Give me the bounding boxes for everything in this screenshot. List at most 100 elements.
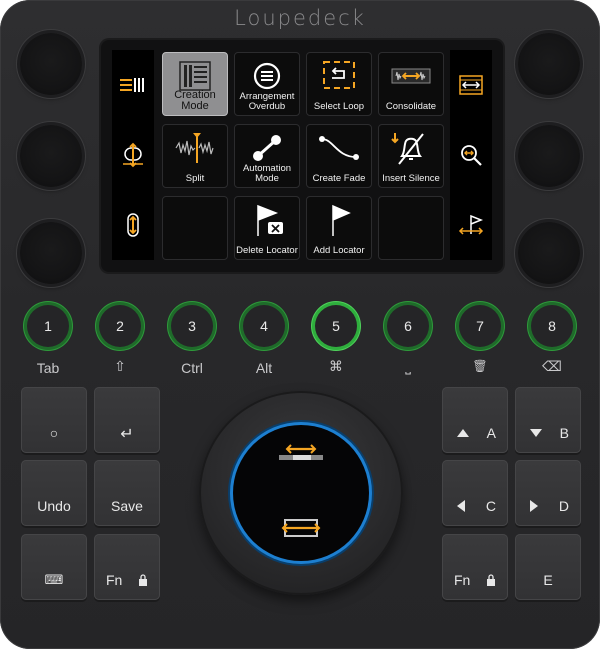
- zoom-magnifier-icon[interactable]: [450, 120, 492, 190]
- label-tab: Tab: [36, 360, 60, 376]
- tile-label: Select Loop: [313, 101, 365, 112]
- enter-button[interactable]: ↵: [94, 387, 160, 453]
- enter-icon: ↵: [120, 423, 134, 443]
- label-c: C: [485, 498, 496, 514]
- flag-icon: [332, 204, 351, 236]
- label-b: B: [559, 425, 569, 441]
- brand-logo: Loupedeck: [234, 6, 366, 30]
- locator-nav-icon[interactable]: [450, 190, 492, 260]
- circle-icon: ○: [49, 425, 59, 441]
- arrow-up-icon: [457, 429, 469, 437]
- touch-screen: Creation Mode Arrangement Overdub Select…: [101, 40, 503, 272]
- knob-left-2[interactable]: [20, 125, 82, 187]
- jog-dial[interactable]: [199, 391, 403, 595]
- trash-icon: 🗑: [472, 359, 488, 373]
- delete-locator-icon: [257, 204, 283, 236]
- screen-right-column: [450, 50, 492, 260]
- loupedeck-device: Loupedeck Creation Mode Arrangement Over…: [0, 0, 600, 649]
- button-c[interactable]: C: [442, 460, 508, 526]
- label-ctrl: Ctrl: [181, 360, 203, 376]
- fn-label: Fn: [454, 572, 471, 588]
- tile-label: Delete Locator: [236, 245, 298, 256]
- overdub-icon: [253, 62, 281, 90]
- button-d[interactable]: D: [515, 460, 581, 526]
- tile-select-loop[interactable]: Select Loop: [306, 52, 372, 116]
- keyboard-icon: ⌨: [44, 572, 64, 588]
- save-button[interactable]: Save: [94, 460, 160, 526]
- scroll-vertical-icon[interactable]: [112, 190, 154, 260]
- tile-label: Insert Silence: [382, 173, 440, 184]
- tile-label: Creation Mode: [174, 89, 216, 112]
- button-number: 8: [548, 318, 556, 334]
- screen-left-column: [112, 50, 154, 260]
- backspace-icon: ⌫: [542, 359, 562, 375]
- number-button-5[interactable]: 5: [315, 305, 357, 347]
- horizontal-zoom-icon[interactable]: [450, 50, 492, 120]
- fn-label: Fn: [106, 572, 123, 588]
- button-number: 4: [260, 318, 268, 334]
- label-alt: Alt: [255, 360, 273, 376]
- tile-label: Create Fade: [312, 173, 366, 184]
- tile-create-fade[interactable]: Create Fade: [306, 124, 372, 188]
- number-button-2[interactable]: 2: [99, 305, 141, 347]
- number-button-6[interactable]: 6: [387, 305, 429, 347]
- button-e[interactable]: E: [515, 534, 581, 600]
- tile-label: Consolidate: [385, 101, 437, 112]
- button-number: 3: [188, 318, 196, 334]
- scroll-horizontal-icon: [279, 444, 323, 460]
- arrow-down-icon: [530, 429, 542, 437]
- knob-right-2[interactable]: [518, 125, 580, 187]
- tile-empty-1[interactable]: [162, 196, 228, 260]
- tile-label: Add Locator: [313, 245, 365, 256]
- circle-button[interactable]: ○: [21, 387, 87, 453]
- tile-label: Automation Mode: [242, 163, 292, 184]
- tile-consolidate[interactable]: Consolidate: [378, 52, 444, 116]
- knob-right-3[interactable]: [518, 222, 580, 284]
- number-button-3[interactable]: 3: [171, 305, 213, 347]
- button-number: 7: [476, 318, 484, 334]
- button-number: 1: [44, 318, 52, 334]
- number-button-1[interactable]: 1: [27, 305, 69, 347]
- keyboard-button[interactable]: ⌨: [21, 534, 87, 600]
- fn-button-left[interactable]: Fn: [94, 534, 160, 600]
- consolidate-icon: [391, 68, 431, 84]
- shift-icon: ⇧: [114, 359, 126, 375]
- vertical-zoom-icon[interactable]: [112, 120, 154, 190]
- zoom-horizontal-icon: [281, 519, 321, 537]
- fn-button-right[interactable]: Fn: [442, 534, 508, 600]
- select-loop-icon: [323, 61, 355, 89]
- label-e: E: [543, 572, 553, 588]
- tile-creation-mode[interactable]: Creation Mode: [162, 52, 228, 116]
- tile-insert-silence[interactable]: Insert Silence: [378, 124, 444, 188]
- tile-empty-2[interactable]: [378, 196, 444, 260]
- dial-screen[interactable]: [233, 425, 369, 561]
- arrow-right-icon: [530, 500, 538, 512]
- knob-right-1[interactable]: [518, 33, 580, 95]
- save-label: Save: [111, 498, 143, 514]
- tile-delete-locator[interactable]: Delete Locator: [234, 196, 300, 260]
- number-button-4[interactable]: 4: [243, 305, 285, 347]
- tile-automation-mode[interactable]: Automation Mode: [234, 124, 300, 188]
- button-a[interactable]: A: [442, 387, 508, 453]
- tile-label: Split: [185, 173, 205, 184]
- knob-left-3[interactable]: [20, 222, 82, 284]
- lock-icon: [139, 574, 147, 586]
- undo-label: Undo: [37, 498, 71, 514]
- command-icon: ⌘: [329, 359, 343, 375]
- space-icon: ⎵: [405, 359, 411, 375]
- number-button-7[interactable]: 7: [459, 305, 501, 347]
- tile-add-locator[interactable]: Add Locator: [306, 196, 372, 260]
- lock-icon: [487, 574, 495, 586]
- tile-split[interactable]: Split: [162, 124, 228, 188]
- button-b[interactable]: B: [515, 387, 581, 453]
- undo-button[interactable]: Undo: [21, 460, 87, 526]
- tile-arrangement-overdub[interactable]: Arrangement Overdub: [234, 52, 300, 116]
- number-button-8[interactable]: 8: [531, 305, 573, 347]
- tracks-icon[interactable]: [112, 50, 154, 120]
- silence-bell-icon: [391, 133, 424, 165]
- button-number: 6: [404, 318, 412, 334]
- creation-mode-icon: [179, 61, 211, 91]
- fade-curve-icon: [319, 136, 359, 160]
- button-number: 5: [332, 318, 340, 334]
- knob-left-1[interactable]: [20, 33, 82, 95]
